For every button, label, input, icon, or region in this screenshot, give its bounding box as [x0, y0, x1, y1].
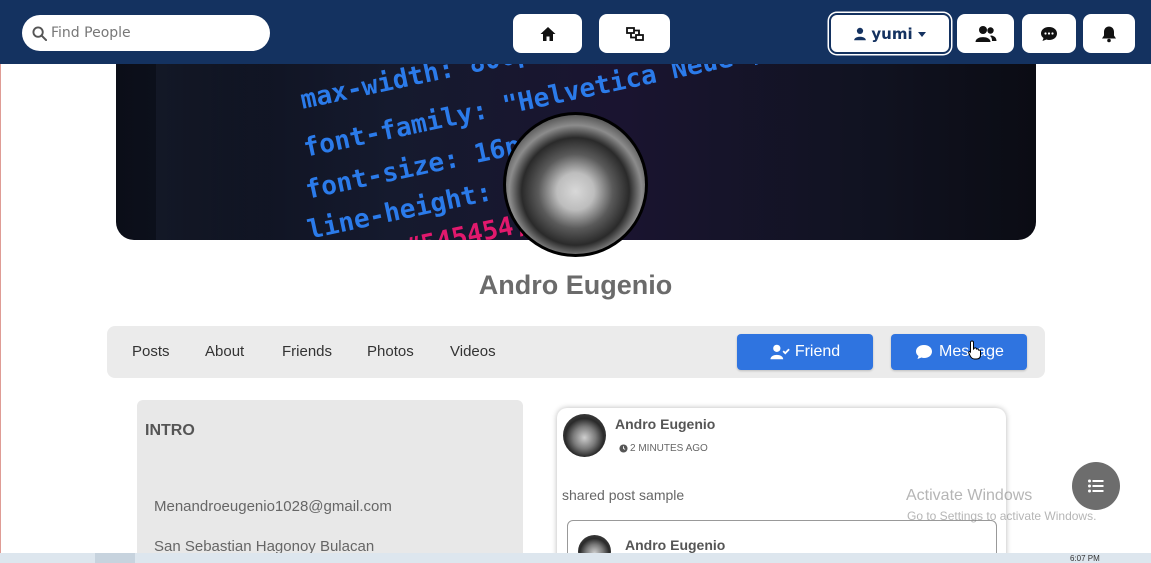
search-box[interactable]	[22, 15, 270, 51]
messages-button[interactable]	[1022, 14, 1076, 53]
list-menu-button[interactable]	[1072, 462, 1120, 510]
os-taskbar: 6:07 PM	[0, 553, 1151, 563]
tab-videos[interactable]: Videos	[450, 343, 496, 360]
home-button[interactable]	[513, 14, 582, 53]
tab-friends[interactable]: Friends	[282, 343, 332, 360]
profile-tabs-bar: Posts About Friends Photos Videos Friend…	[107, 326, 1045, 378]
tab-posts[interactable]: Posts	[132, 343, 170, 360]
intro-email: Menandroeugenio1028@gmail.com	[154, 498, 392, 515]
activate-windows-subtitle: Go to Settings to activate Windows.	[907, 509, 1097, 523]
username-label: yumi	[871, 24, 913, 43]
chat-icon	[1041, 26, 1057, 41]
friends-icon	[975, 25, 996, 42]
bell-icon	[1102, 26, 1116, 42]
post-card: Andro Eugenio 2 MINUTES AGO shared post …	[557, 408, 1006, 563]
hand-cursor-icon	[968, 340, 981, 360]
profile-name: Andro Eugenio	[478, 270, 673, 300]
window-edge	[0, 64, 1, 553]
feed-icon	[625, 26, 644, 41]
activate-windows-title: Activate Windows	[906, 487, 1033, 504]
taskbar-active-app[interactable]	[95, 553, 135, 563]
tab-about[interactable]: About	[205, 343, 244, 360]
caret-down-icon	[917, 31, 926, 37]
list-icon	[1088, 479, 1104, 493]
intro-title: INTRO	[145, 422, 195, 439]
post-time-label: 2 MINUTES AGO	[630, 443, 708, 454]
notifications-button[interactable]	[1083, 14, 1135, 53]
profile-avatar[interactable]	[503, 112, 648, 257]
intro-card: INTRO Menandroeugenio1028@gmail.com San …	[137, 400, 523, 563]
message-button[interactable]: Message	[891, 334, 1027, 370]
friend-button[interactable]: Friend	[737, 334, 873, 370]
profile-avatar-image	[506, 115, 645, 254]
friend-button-label: Friend	[794, 343, 841, 360]
chat-bubble-icon	[916, 345, 933, 359]
user-icon	[854, 27, 867, 40]
user-check-icon	[770, 344, 790, 360]
shared-author-name[interactable]: Andro Eugenio	[625, 537, 725, 553]
home-icon	[540, 26, 555, 41]
clock-icon	[619, 444, 628, 453]
search-input[interactable]	[51, 25, 251, 41]
post-author-avatar[interactable]	[563, 414, 606, 457]
post-timestamp: 2 MINUTES AGO	[619, 443, 708, 454]
top-navbar: yumi	[0, 0, 1151, 64]
tab-photos[interactable]: Photos	[367, 343, 414, 360]
feed-button[interactable]	[599, 14, 670, 53]
search-icon	[32, 25, 47, 41]
post-author-name[interactable]: Andro Eugenio	[615, 416, 715, 432]
taskbar-clock: 6:07 PM	[1070, 554, 1100, 563]
cover-blur-overlay	[156, 64, 276, 240]
post-text: shared post sample	[562, 487, 685, 503]
user-menu-button[interactable]: yumi	[829, 13, 951, 54]
friends-button[interactable]	[957, 14, 1014, 53]
